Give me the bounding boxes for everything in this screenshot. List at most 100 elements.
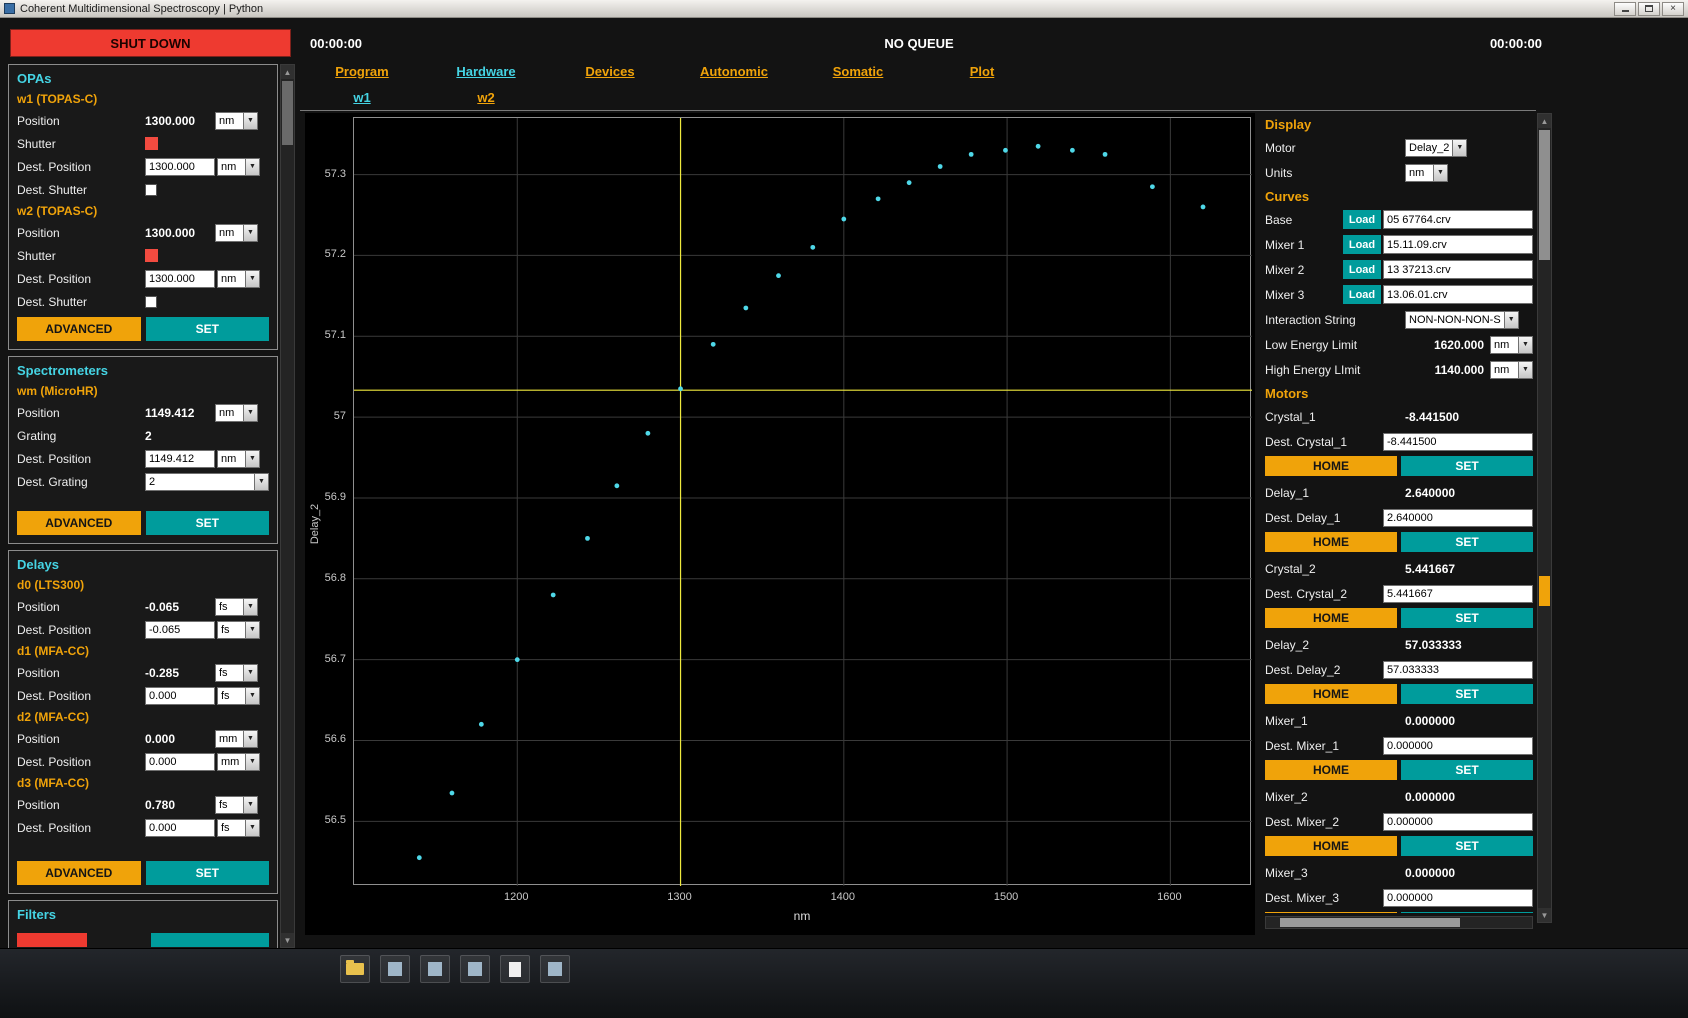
taskbar-app-button[interactable] <box>420 955 450 983</box>
delay_2-home-button[interactable]: HOME <box>1265 684 1397 704</box>
dest-mixer_3-input[interactable] <box>1383 889 1533 907</box>
filters-clipped-red-button[interactable] <box>17 933 87 947</box>
spectrometers-set-button[interactable]: SET <box>146 511 270 535</box>
window-scroll-thumb[interactable] <box>1539 130 1550 260</box>
w1-dest-shutter-checkbox[interactable] <box>145 184 157 196</box>
dest-delay_1-input[interactable] <box>1383 509 1533 527</box>
taskbar-app-button[interactable] <box>540 955 570 983</box>
scroll-down-icon[interactable]: ▼ <box>281 933 294 947</box>
mixer_3-home-button[interactable]: HOME <box>1265 912 1397 913</box>
delay-dest-units-dropdown[interactable]: fs▼ <box>217 621 260 639</box>
delay-dest-position-input[interactable] <box>145 687 215 705</box>
delay-units-dropdown[interactable]: mm▼ <box>215 730 258 748</box>
delay-dest-units-dropdown[interactable]: mm▼ <box>217 753 260 771</box>
dest-mixer_1-label: Dest. Mixer_1 <box>1265 739 1383 753</box>
tab-somatic[interactable]: Somatic <box>796 64 920 86</box>
base-curve-input[interactable] <box>1383 210 1533 229</box>
wm-dest-position-input[interactable] <box>145 450 215 468</box>
tab-plot[interactable]: Plot <box>920 64 1044 86</box>
taskbar-document-button[interactable] <box>500 955 530 983</box>
wm-units-dropdown[interactable]: nm ▼ <box>215 404 258 422</box>
load-mixer3-button[interactable]: Load <box>1343 285 1381 304</box>
load-base-button[interactable]: Load <box>1343 210 1381 229</box>
load-mixer2-button[interactable]: Load <box>1343 260 1381 279</box>
w2-units-dropdown[interactable]: nm ▼ <box>215 224 258 242</box>
tab-autonomic[interactable]: Autonomic <box>672 64 796 86</box>
taskbar-app-button[interactable] <box>460 955 490 983</box>
dest-mixer_2-input[interactable] <box>1383 813 1533 831</box>
mixer_1-set-button[interactable]: SET <box>1401 760 1533 780</box>
close-button[interactable]: × <box>1662 2 1684 16</box>
wm-dest-units-dropdown[interactable]: nm ▼ <box>217 450 260 468</box>
dest-mixer_1-input[interactable] <box>1383 737 1533 755</box>
mixer_2-set-button[interactable]: SET <box>1401 836 1533 856</box>
filters-clipped-set-button[interactable] <box>151 933 269 947</box>
shutdown-button[interactable]: SHUT DOWN <box>10 29 291 57</box>
plot-box[interactable] <box>353 117 1251 885</box>
w1-units-dropdown[interactable]: nm ▼ <box>215 112 258 130</box>
mixer_2-home-button[interactable]: HOME <box>1265 836 1397 856</box>
mixer_3-set-button[interactable]: SET <box>1401 912 1533 913</box>
mixer_1-home-button[interactable]: HOME <box>1265 760 1397 780</box>
delay-units-dropdown[interactable]: fs▼ <box>215 796 258 814</box>
scroll-up-icon[interactable]: ▲ <box>281 65 294 79</box>
right-panel-hscrollbar[interactable] <box>1265 916 1533 929</box>
opas-set-button[interactable]: SET <box>146 317 270 341</box>
mixer1-curve-input[interactable] <box>1383 235 1533 254</box>
delay_1-home-button[interactable]: HOME <box>1265 532 1397 552</box>
subtab-w2[interactable]: w2 <box>424 90 548 110</box>
delay_2-set-button[interactable]: SET <box>1401 684 1533 704</box>
delay-units-dropdown[interactable]: fs▼ <box>215 598 258 616</box>
scroll-up-icon[interactable]: ▲ <box>1538 114 1551 128</box>
delay-dest-units-dropdown[interactable]: fs▼ <box>217 687 260 705</box>
spectrometers-advanced-button[interactable]: ADVANCED <box>17 511 141 535</box>
units-dropdown[interactable]: nm ▼ <box>1405 164 1533 182</box>
wm-position-row: Position 1149.412 nm ▼ <box>17 401 269 424</box>
window-scrollbar[interactable]: ▲ ▼ <box>1537 113 1552 923</box>
w2-dest-units-dropdown[interactable]: nm ▼ <box>217 270 260 288</box>
delay-units-dropdown[interactable]: fs▼ <box>215 664 258 682</box>
mixer3-curve-input[interactable] <box>1383 285 1533 304</box>
sidebar-scrollbar[interactable]: ▲ ▼ <box>280 64 295 948</box>
delay_1-set-button[interactable]: SET <box>1401 532 1533 552</box>
scroll-down-icon[interactable]: ▼ <box>1538 908 1551 922</box>
scatter-point <box>907 180 912 185</box>
position-label: Position <box>17 600 145 614</box>
crystal_2-set-button[interactable]: SET <box>1401 608 1533 628</box>
w2-dest-shutter-checkbox[interactable] <box>145 296 157 308</box>
minimize-button[interactable] <box>1614 2 1636 16</box>
dest-delay_2-input[interactable] <box>1383 661 1533 679</box>
subtab-w1[interactable]: w1 <box>300 90 424 110</box>
dest-crystal_1-input[interactable] <box>1383 433 1533 451</box>
interaction-string-dropdown[interactable]: NON-NON-NON-S ▼ <box>1405 311 1533 329</box>
delays-advanced-button[interactable]: ADVANCED <box>17 861 141 885</box>
delay-dest-position-input[interactable] <box>145 621 215 639</box>
low-energy-units-dropdown[interactable]: nm ▼ <box>1490 336 1533 354</box>
crystal_1-home-button[interactable]: HOME <box>1265 456 1397 476</box>
sidebar-scroll-thumb[interactable] <box>282 81 293 145</box>
delay-dest-position-input[interactable] <box>145 753 215 771</box>
high-energy-units-dropdown[interactable]: nm ▼ <box>1490 361 1533 379</box>
hscroll-thumb[interactable] <box>1280 918 1460 927</box>
mixer2-curve-input[interactable] <box>1383 260 1533 279</box>
w2-dest-position-input[interactable] <box>145 270 215 288</box>
w1-dest-position-input[interactable] <box>145 158 215 176</box>
wm-dest-grating-dropdown[interactable]: 2 ▼ <box>145 473 269 491</box>
tab-hardware[interactable]: Hardware <box>424 64 548 86</box>
taskbar-folder-button[interactable] <box>340 955 370 983</box>
crystal_1-set-button[interactable]: SET <box>1401 456 1533 476</box>
tab-devices[interactable]: Devices <box>548 64 672 86</box>
delays-set-button[interactable]: SET <box>146 861 270 885</box>
load-mixer1-button[interactable]: Load <box>1343 235 1381 254</box>
w2-shutter-indicator <box>145 249 158 262</box>
maximize-button[interactable] <box>1638 2 1660 16</box>
taskbar-app-button[interactable] <box>380 955 410 983</box>
tab-program[interactable]: Program <box>300 64 424 86</box>
opas-advanced-button[interactable]: ADVANCED <box>17 317 141 341</box>
dest-crystal_2-input[interactable] <box>1383 585 1533 603</box>
motor-dropdown[interactable]: Delay_2 ▼ <box>1405 139 1533 157</box>
crystal_2-home-button[interactable]: HOME <box>1265 608 1397 628</box>
w1-dest-units-dropdown[interactable]: nm ▼ <box>217 158 260 176</box>
delay-dest-position-input[interactable] <box>145 819 215 837</box>
delay-dest-units-dropdown[interactable]: fs▼ <box>217 819 260 837</box>
